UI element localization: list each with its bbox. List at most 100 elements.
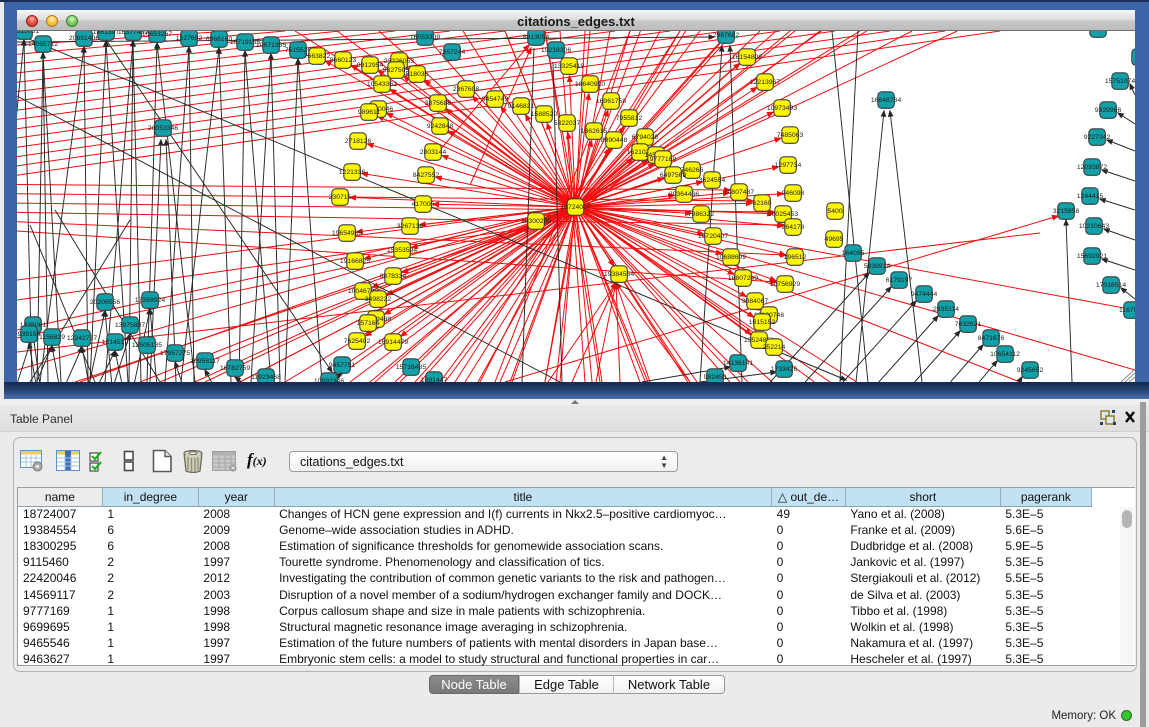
svg-text:10756929: 10756929 <box>770 281 800 288</box>
svg-text:13325419: 13325419 <box>554 63 584 70</box>
svg-text:16648784: 16648784 <box>871 97 901 104</box>
svg-text:1244415: 1244415 <box>1077 193 1104 200</box>
svg-text:12505135: 12505135 <box>132 342 162 349</box>
svg-text:19654985: 19654985 <box>332 230 362 237</box>
svg-text:10807487: 10807487 <box>724 189 754 196</box>
svg-text:15720407: 15720407 <box>698 233 728 240</box>
svg-text:6179197: 6179197 <box>886 277 913 284</box>
svg-text:10653267: 10653267 <box>142 31 172 38</box>
svg-text:5912: 5912 <box>1090 31 1105 33</box>
svg-text:196512: 196512 <box>784 254 807 261</box>
svg-text:20364436: 20364436 <box>669 191 699 198</box>
svg-text:9245652: 9245652 <box>1017 367 1044 374</box>
svg-text:8813054: 8813054 <box>523 34 550 41</box>
svg-text:11923468: 11923468 <box>251 374 281 381</box>
svg-text:2935114: 2935114 <box>933 306 959 313</box>
svg-text:19218306: 19218306 <box>541 47 571 54</box>
svg-text:9329966: 9329966 <box>1095 107 1122 114</box>
svg-text:8912954: 8912954 <box>357 62 384 69</box>
svg-text:3454749: 3454749 <box>482 96 509 103</box>
svg-text:1362615: 1362615 <box>581 128 608 135</box>
svg-text:7663822: 7663822 <box>304 53 331 60</box>
svg-text:10688609: 10688609 <box>716 254 746 261</box>
svg-text:1733426: 1733426 <box>771 366 798 373</box>
svg-text:15716485: 15716485 <box>396 364 426 371</box>
svg-text:16961758: 16961758 <box>596 98 626 105</box>
svg-text:17359924: 17359924 <box>135 297 165 304</box>
svg-text:10671355: 10671355 <box>256 42 286 49</box>
svg-text:15692921: 15692921 <box>1077 253 1107 260</box>
svg-text:3498222: 3498222 <box>365 296 392 303</box>
svg-text:1588520: 1588520 <box>531 111 558 118</box>
svg-text:7632621: 7632621 <box>955 321 982 328</box>
svg-text:20691406: 20691406 <box>69 35 99 42</box>
svg-text:5938914: 5938914 <box>864 263 891 270</box>
svg-text:1221336: 1221336 <box>339 169 366 176</box>
svg-text:15353594: 15353594 <box>387 247 417 254</box>
svg-text:3215958: 3215958 <box>1053 208 1080 215</box>
svg-text:7625402: 7625402 <box>344 338 371 345</box>
svg-text:16914479: 16914479 <box>378 339 408 346</box>
svg-text:1615152: 1615152 <box>749 319 776 326</box>
svg-text:6497568: 6497568 <box>660 172 687 179</box>
svg-text:9457791: 9457791 <box>329 362 356 369</box>
svg-text:2718126: 2718126 <box>345 138 372 145</box>
svg-text:20053346: 20053346 <box>148 125 178 132</box>
svg-text:9146821: 9146821 <box>508 103 535 110</box>
svg-text:3875685: 3875685 <box>425 100 452 107</box>
svg-text:49695: 49695 <box>825 236 844 243</box>
svg-text:16053309: 16053309 <box>410 34 440 41</box>
svg-text:7955812: 7955812 <box>616 115 643 122</box>
svg-text:16782759: 16782759 <box>220 365 250 372</box>
svg-text:16154808: 16154808 <box>732 54 762 61</box>
svg-text:12213967: 12213967 <box>750 79 780 86</box>
svg-text:9474444: 9474444 <box>911 291 938 298</box>
svg-text:1527602: 1527602 <box>176 35 203 42</box>
svg-text:20206556: 20206556 <box>90 299 120 306</box>
svg-text:18613051: 18613051 <box>17 31 39 35</box>
svg-text:946098: 946098 <box>782 190 805 197</box>
svg-text:1861307: 1861307 <box>93 31 120 36</box>
svg-text:3267130: 3267130 <box>397 223 424 230</box>
svg-text:10210643: 10210643 <box>1079 223 1109 230</box>
svg-text:2803144: 2803144 <box>420 149 447 156</box>
svg-text:1297734: 1297734 <box>775 162 802 169</box>
svg-text:7357244: 7357244 <box>439 49 466 56</box>
svg-text:17016514: 17016514 <box>1096 282 1126 289</box>
svg-text:939154: 939154 <box>18 331 41 338</box>
svg-text:8471676: 8471676 <box>978 335 1005 342</box>
svg-text:10654112: 10654112 <box>990 351 1020 358</box>
svg-text:10958117: 10958117 <box>190 358 220 365</box>
svg-text:9777169: 9777169 <box>650 156 677 163</box>
svg-text:62160: 62160 <box>753 200 772 207</box>
svg-text:8878334: 8878334 <box>380 273 407 280</box>
svg-text:10543362: 10543362 <box>367 81 397 88</box>
svg-text:10973493: 10973493 <box>767 105 797 112</box>
svg-text:17957275: 17957275 <box>160 350 190 357</box>
svg-text:18640910: 18640910 <box>575 81 605 88</box>
svg-text:982450: 982450 <box>704 374 727 381</box>
svg-text:18300295: 18300295 <box>521 218 551 225</box>
svg-text:6794028: 6794028 <box>632 134 659 141</box>
svg-text:8990448: 8990448 <box>601 137 628 144</box>
svg-text:19384554: 19384554 <box>604 271 634 278</box>
svg-text:5400: 5400 <box>827 208 842 215</box>
svg-text:230715: 230715 <box>329 194 352 201</box>
svg-text:3624554: 3624554 <box>699 177 726 184</box>
svg-text:264178: 264178 <box>782 224 805 231</box>
svg-text:2987682: 2987682 <box>713 32 740 39</box>
svg-text:18807249: 18807249 <box>728 275 758 282</box>
svg-text:8427552: 8427552 <box>413 172 440 179</box>
svg-text:9227342: 9227342 <box>1084 134 1111 141</box>
svg-text:19166825: 19166825 <box>340 258 370 265</box>
svg-text:12093872: 12093872 <box>1077 164 1107 171</box>
svg-text:417006: 417006 <box>412 201 435 208</box>
svg-text:7986322: 7986322 <box>688 211 715 218</box>
svg-text:1156829: 1156829 <box>39 334 65 341</box>
svg-text:1167533: 1167533 <box>1119 307 1135 314</box>
svg-text:252214: 252214 <box>763 344 786 351</box>
svg-text:818035: 818035 <box>406 71 429 78</box>
svg-text:989611: 989611 <box>358 109 380 116</box>
svg-text:9084067: 9084067 <box>742 298 769 305</box>
svg-text:14136141: 14136141 <box>723 360 753 367</box>
